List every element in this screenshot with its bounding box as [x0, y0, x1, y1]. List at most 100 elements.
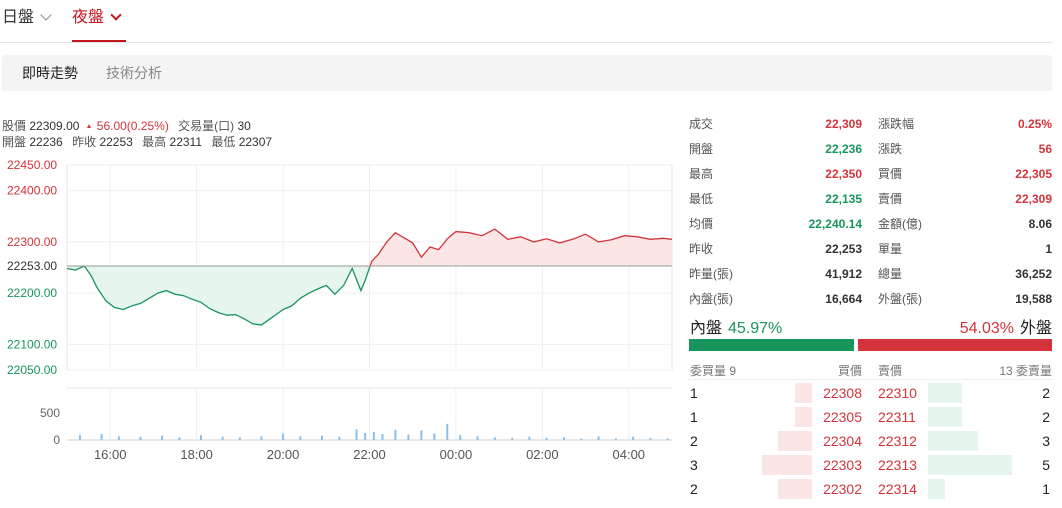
price-tick-label: 22100.00	[7, 337, 57, 351]
active-tab-indicator	[72, 40, 126, 42]
ask-volume-bar	[928, 479, 945, 499]
bid-volume-bar	[778, 479, 812, 499]
bid-volume: 1	[690, 409, 698, 425]
volume-tick-label: 500	[40, 406, 60, 420]
high-value: 22311	[169, 135, 202, 149]
ask-volume-bar	[928, 383, 962, 403]
stat-label: 賣價	[878, 192, 903, 206]
volume-bar	[355, 429, 358, 440]
stat-value: 22,309	[1015, 192, 1052, 206]
volume-bar	[666, 438, 669, 440]
volume-tick-label: 0	[53, 433, 60, 447]
volume-bar	[649, 437, 652, 440]
stat-label: 金額(億)	[878, 217, 922, 231]
ask-price-header: 賣價	[878, 364, 903, 378]
time-tick-label: 16:00	[94, 447, 127, 462]
order-book-divider	[688, 379, 1052, 380]
stats-row: 最高 22,350 買價 22,305	[688, 162, 1052, 187]
tab-realtime-trend[interactable]: 即時走勢	[22, 65, 78, 81]
stat-value: 19,588	[1015, 292, 1052, 306]
ask-volume-bar	[928, 455, 1012, 475]
stat-label: 漲跌	[878, 142, 903, 156]
stat-value: 22,309	[825, 117, 862, 131]
up-triangle-icon	[86, 124, 91, 129]
ask-price: 22313	[878, 457, 917, 473]
volume-bar	[511, 437, 514, 440]
outer-ratio-bar	[858, 339, 1052, 351]
volume-bar	[364, 432, 367, 440]
intraday-chart[interactable]: 22450.00 22400.00 22300.00 22253.00 22200.00…	[0, 150, 676, 465]
tab-day-session[interactable]: 日盤	[2, 8, 52, 32]
ask-volume: 2	[1042, 409, 1050, 425]
price-tick-label: 22200.00	[7, 286, 57, 300]
stats-row: 開盤 22,236 漲跌 56	[688, 137, 1052, 162]
chevron-down-icon	[40, 9, 52, 21]
price-tick-label: 22450.00	[7, 158, 57, 172]
tab-night-session[interactable]: 夜盤	[72, 8, 122, 32]
bid-price: 22304	[823, 433, 862, 449]
stat-value: 22,135	[825, 192, 862, 206]
volume-bar	[139, 436, 142, 440]
order-book-row: 3 22303 22313 5	[688, 453, 1052, 477]
low-label: 最低	[211, 135, 236, 149]
chevron-down-icon	[110, 9, 122, 21]
stat-label: 總量	[878, 267, 903, 281]
stat-value: 22,240.14	[808, 217, 862, 231]
quote-summary-line-2: 開盤 22236 昨收 22253 最高 22311 最低 22307	[2, 133, 272, 150]
prev-close-label: 昨收	[72, 135, 97, 149]
stat-value: 22,350	[825, 167, 862, 181]
volume-bar	[282, 433, 285, 440]
volume-bar	[178, 437, 181, 440]
bid-price-header: 買價	[838, 364, 863, 378]
ask-volume-header: 13 委賣量	[999, 364, 1052, 378]
stat-value: 22,236	[825, 142, 862, 156]
bid-volume-bar	[778, 431, 812, 451]
order-book-row: 2 22304 22312 3	[688, 429, 1052, 453]
stat-label: 最低	[689, 192, 714, 206]
volume-bar	[580, 438, 583, 440]
stat-label: 買價	[878, 167, 903, 181]
quote-summary-line-1: 股價 22309.00 56.00(0.25%) 交易量(口) 30	[2, 117, 251, 134]
ask-price: 22314	[878, 481, 917, 497]
outer-label: 外盤	[1019, 320, 1052, 337]
stat-label: 內盤(張)	[689, 292, 733, 306]
ask-price: 22311	[878, 409, 916, 425]
price-area-down	[84, 265, 371, 325]
bid-volume: 1	[690, 385, 698, 401]
inner-percent: 45.97%	[728, 320, 783, 337]
volume-bar	[614, 438, 617, 440]
bid-volume: 3	[690, 457, 698, 473]
inner-ratio: 內盤 45.97%	[690, 314, 782, 338]
stat-label: 漲跌幅	[878, 117, 915, 131]
volume-bar	[338, 436, 341, 440]
volume-bar	[394, 429, 397, 440]
stats-row: 昨收 22,253 單量 1	[688, 237, 1052, 262]
stat-value: 1	[1045, 242, 1052, 256]
volume-bar	[528, 436, 531, 440]
stat-label: 最高	[689, 167, 714, 181]
stat-value: 22,253	[825, 242, 862, 256]
stats-row: 最低 22,135 賣價 22,309	[688, 187, 1052, 212]
bid-volume-header: 委買量 9	[690, 364, 737, 378]
price-tick-label: 22253.00	[7, 259, 57, 273]
stat-label: 均價	[689, 217, 714, 231]
order-book-row: 1 22308 22310 2	[688, 381, 1052, 405]
open-value: 22236	[29, 135, 63, 149]
volume-bar	[493, 437, 496, 440]
stat-value: 16,664	[825, 292, 862, 306]
ask-volume: 1	[1042, 481, 1050, 497]
time-tick-label: 18:00	[180, 447, 213, 462]
time-tick-label: 22:00	[353, 447, 386, 462]
tab-night-session-label: 夜盤	[72, 9, 105, 26]
bid-volume-bar	[761, 455, 812, 475]
volume-value: 30	[237, 119, 251, 133]
volume-bar	[161, 435, 164, 440]
stats-row: 內盤(張) 16,664 外盤(張) 19,588	[688, 287, 1052, 312]
tab-technical-analysis[interactable]: 技術分析	[106, 65, 162, 81]
bid-price: 22308	[823, 385, 862, 401]
ask-volume: 2	[1042, 385, 1050, 401]
volume-bar	[420, 430, 423, 440]
session-tabs: 日盤 夜盤	[0, 0, 1052, 43]
volume-bar	[100, 434, 103, 440]
price-tick-label: 22300.00	[7, 235, 57, 249]
